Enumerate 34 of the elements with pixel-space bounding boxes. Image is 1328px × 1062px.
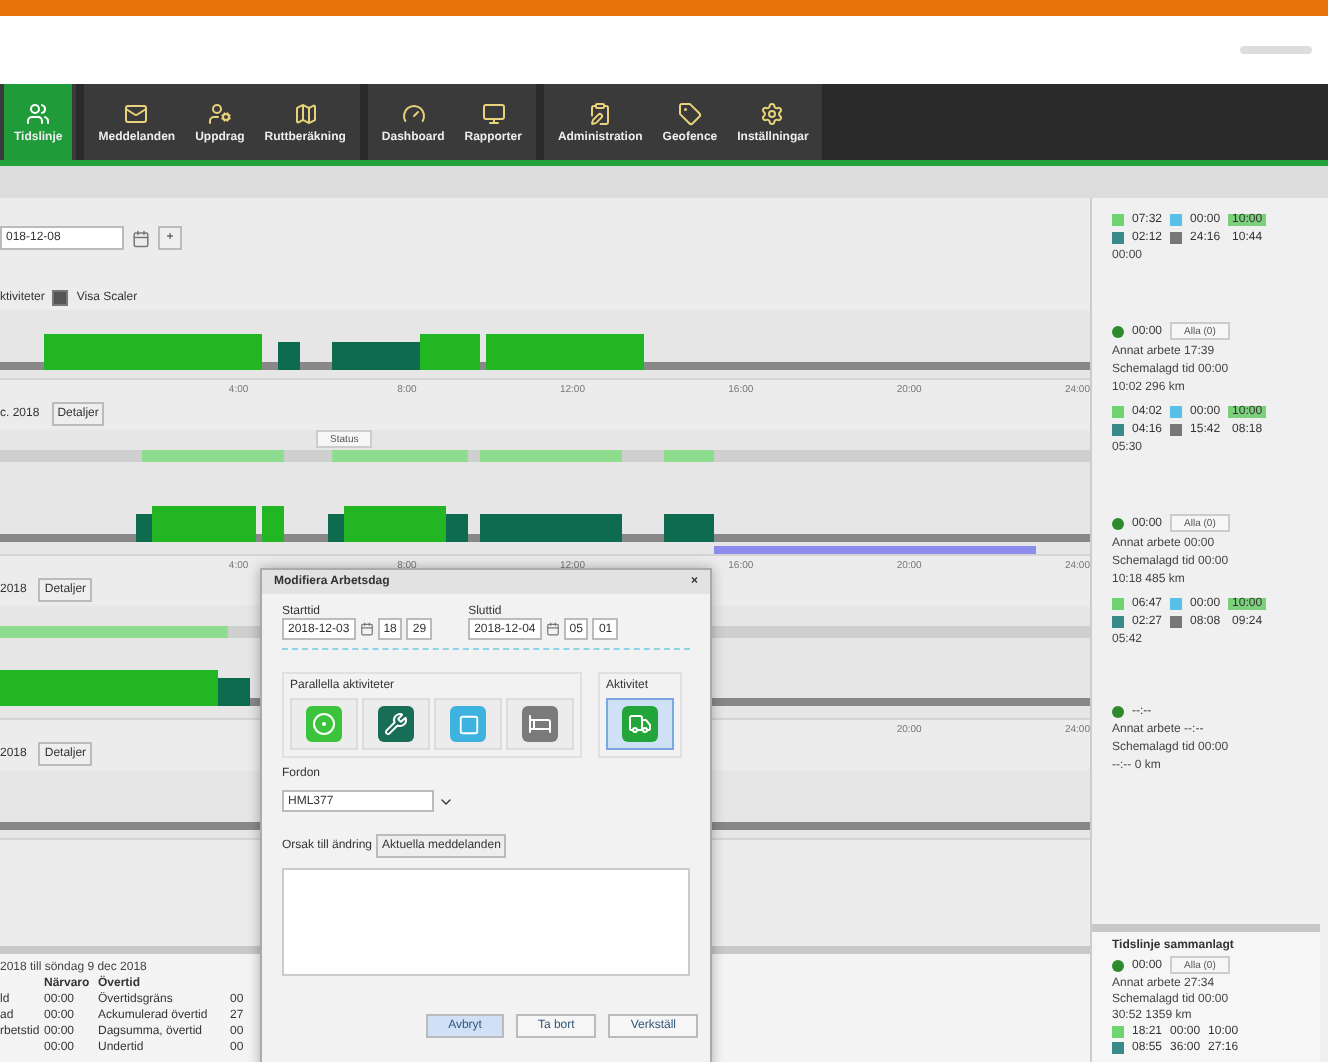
activity-bar	[261, 506, 284, 542]
settings-icon	[760, 101, 785, 125]
planned-bar	[141, 450, 284, 462]
activity-bar	[479, 514, 622, 542]
reason-field[interactable]	[282, 868, 690, 976]
square-icon	[450, 706, 486, 742]
gauge-icon	[401, 101, 426, 125]
status-dot	[1112, 517, 1124, 529]
activity-button[interactable]	[606, 698, 674, 750]
status-dot	[1112, 959, 1124, 971]
header-mark	[1240, 46, 1312, 54]
status-dot	[1112, 706, 1124, 718]
status-dot	[1112, 325, 1124, 337]
monitor-icon	[481, 101, 506, 125]
bed-icon	[522, 706, 558, 742]
people-icon	[26, 101, 51, 125]
map-icon	[293, 101, 318, 125]
checkbox[interactable]	[52, 290, 69, 306]
work-button[interactable]	[362, 698, 430, 750]
calendar-icon[interactable]	[545, 622, 560, 636]
wrench-icon	[378, 706, 414, 742]
tag-icon	[677, 101, 702, 125]
person-gear-icon	[207, 101, 232, 125]
planned-bar	[664, 450, 714, 462]
calendar-icon[interactable]	[132, 229, 150, 247]
clipboard-icon	[588, 101, 613, 125]
calendar-icon[interactable]	[359, 622, 374, 636]
truck-icon	[622, 706, 658, 742]
rest-button[interactable]	[506, 698, 574, 750]
planned-bar	[332, 450, 469, 462]
activity-bar	[664, 514, 714, 542]
mail-icon	[124, 101, 149, 125]
activity-bar	[277, 342, 300, 370]
planned-bar	[479, 450, 622, 462]
